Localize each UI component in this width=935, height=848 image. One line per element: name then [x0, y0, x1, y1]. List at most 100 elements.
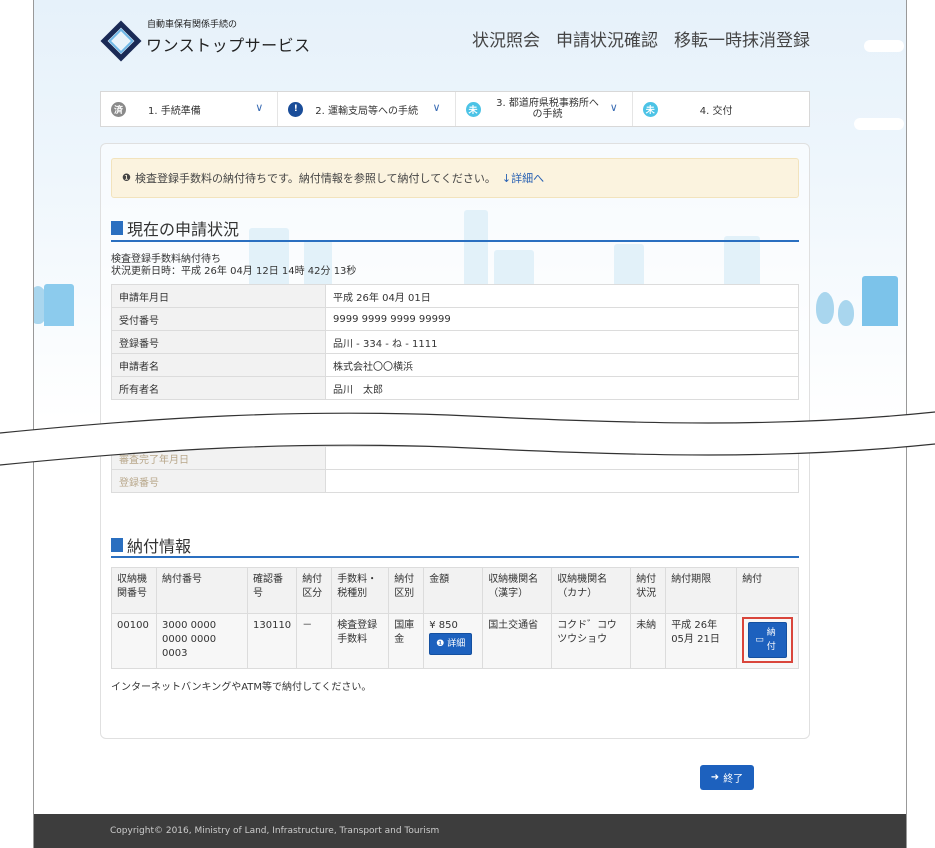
step-3[interactable]: 未 3. 都道府県税事務所への手続 ∨ — [456, 92, 633, 126]
section-divider — [111, 556, 799, 558]
document-icon — [111, 538, 123, 552]
row-key: 申請者名 — [111, 353, 326, 377]
exit-button[interactable]: ➜ 終了 — [700, 765, 754, 790]
cloud-decoration — [864, 40, 904, 52]
col-header: 収納機関名（カナ） — [551, 567, 632, 614]
col-header: 収納機関番号 — [111, 567, 157, 614]
building-decoration — [862, 276, 898, 326]
payment-section-title: 納付情報 — [111, 533, 191, 557]
logo-title: ワンストップサービス — [146, 36, 311, 55]
row-value: 平成 26年 04月 01日 — [325, 284, 799, 308]
alert-text: 検査登録手数料の納付待ちです。納付情報を参照して納付してください。 — [134, 172, 496, 185]
nav-status-inquiry[interactable]: 状況照会 — [472, 26, 540, 51]
pending-badge-icon: 未 — [465, 101, 481, 117]
chevron-down-icon[interactable]: ∨ — [255, 101, 263, 114]
col-header: 納付番号 — [156, 567, 248, 614]
pay-button[interactable]: ▭ 納付 — [748, 622, 787, 658]
exit-button-label: 終了 — [723, 774, 744, 785]
col-header: 納付区別 — [388, 567, 425, 614]
cloud-decoration — [854, 118, 904, 130]
col-header: 納付状況 — [630, 567, 667, 614]
payment-class: － — [296, 613, 333, 669]
amount-cell: ¥ 850 ❶ 詳細 — [423, 613, 484, 669]
details-link-label: 詳細へ — [511, 172, 545, 185]
status-updated: 状況更新日時：平成 26年 04月 12日 14時 42分 13秒 — [111, 266, 357, 277]
copyright-text: Copyright© 2016, Ministry of Land, Infra… — [110, 826, 440, 836]
section-divider — [111, 240, 799, 242]
payment-table: 収納機関番号 納付番号 確認番号 納付区分 手数料・税種別 納付区別 金額 収納… — [111, 567, 799, 669]
payment-number: 3000 0000 0000 0000 0003 — [156, 613, 248, 669]
tree-decoration — [816, 292, 834, 324]
step-label: 4. 交付 — [699, 105, 733, 117]
step-1[interactable]: 済 1. 手続準備 ∨ — [101, 92, 279, 126]
nav-application-status[interactable]: 申請状況確認 — [556, 26, 658, 51]
pending-badge-icon: 未 — [642, 101, 658, 117]
exit-icon: ➜ — [710, 772, 720, 783]
top-navigation: 状況照会 申請状況確認 移転一時抹消登録 — [472, 26, 810, 51]
status-title-text: 現在の申請状況 — [127, 220, 240, 239]
col-header: 納付 — [736, 567, 799, 614]
table-row: 所有者名 品川 太郎 — [111, 376, 799, 400]
arrow-down-icon: ↓ — [501, 172, 512, 185]
status-text: 検査登録手数料納付待ち 状況更新日時：平成 26年 04月 12日 14時 42… — [111, 254, 356, 278]
col-header: 金額 — [423, 567, 484, 614]
step-4: 未 4. 交付 — [633, 92, 809, 126]
step-label: 2. 運輸支局等への手続 — [315, 105, 418, 117]
table-row: 申請者名 株式会社〇〇横浜 — [111, 353, 799, 377]
status-section-title: 現在の申請状況 — [111, 216, 239, 240]
logo-subtitle: 自動車保有関係手続の — [147, 20, 238, 30]
info-icon: ❶ — [122, 172, 131, 184]
row-value: 品川 - 334 - ね - 1111 — [325, 330, 799, 354]
step-label: 3. 都道府県税事務所への手続 — [496, 98, 599, 120]
table-row: 受付番号 9999 9999 9999 99999 — [111, 307, 799, 331]
table-row: 申請年月日 平成 26年 04月 01日 — [111, 284, 799, 308]
nav-transfer-deregistration[interactable]: 移転一時抹消登録 — [674, 26, 810, 51]
status-value: 検査登録手数料納付待ち — [111, 254, 221, 265]
document-icon — [111, 221, 123, 235]
chevron-down-icon[interactable]: ∨ — [432, 101, 440, 114]
card-icon: ▭ — [755, 635, 764, 645]
amount: ¥ 850 — [429, 620, 458, 631]
header: 自動車保有関係手続の ワンストップサービス 状況照会 申請状況確認 移転一時抹消… — [34, 0, 906, 80]
payment-status: 未納 — [630, 613, 667, 669]
payment-division: 国庫金 — [388, 613, 425, 669]
progress-steps: 済 1. 手続準備 ∨ ! 2. 運輸支局等への手続 ∨ 未 3. 都道府県税事… — [100, 91, 810, 127]
payment-title-text: 納付情報 — [127, 537, 192, 556]
logo-icon — [100, 20, 142, 62]
status-table: 申請年月日 平成 26年 04月 01日 受付番号 9999 9999 9999 9… — [111, 284, 799, 400]
page-break-decoration — [0, 411, 935, 466]
info-icon: ❶ — [436, 639, 445, 649]
detail-button[interactable]: ❶ 詳細 — [429, 633, 473, 655]
step-label: 1. 手続準備 — [148, 105, 201, 117]
chevron-down-icon[interactable]: ∨ — [610, 101, 618, 114]
row-value: 株式会社〇〇横浜 — [325, 353, 799, 377]
building-decoration — [44, 284, 74, 326]
pay-cell: ▭ 納付 — [736, 613, 799, 669]
payment-deadline: 平成 26年 05月 21日 — [665, 613, 738, 669]
confirm-number: 130110 — [246, 613, 298, 669]
table-row: 00100 3000 0000 0000 0000 0003 130110 － … — [111, 613, 799, 669]
col-header: 納付区分 — [296, 567, 333, 614]
table-header-row: 収納機関番号 納付番号 確認番号 納付区分 手数料・税種別 納付区別 金額 収納… — [111, 567, 799, 614]
footer: Copyright© 2016, Ministry of Land, Infra… — [34, 814, 906, 848]
done-badge-icon: 済 — [111, 101, 126, 117]
step-2[interactable]: ! 2. 運輸支局等への手続 ∨ — [278, 92, 456, 126]
alert-badge-icon: ! — [288, 101, 304, 117]
row-key: 受付番号 — [111, 307, 326, 331]
details-link[interactable]: ↓詳細へ — [502, 170, 544, 186]
detail-button-label: 詳細 — [447, 639, 466, 649]
fee-type: 検査登録手数料 — [331, 613, 390, 669]
alert-box: ❶ 検査登録手数料の納付待ちです。納付情報を参照して納付してください。 ↓詳細へ — [111, 158, 799, 198]
org-name-kana: コクド゛コウツウショウ — [551, 613, 632, 669]
org-number: 00100 — [111, 613, 157, 669]
col-header: 収納機関名（漢字） — [482, 567, 553, 614]
tree-decoration — [838, 300, 854, 326]
pay-button-label: 納付 — [766, 628, 776, 652]
row-key: 所有者名 — [111, 376, 326, 400]
org-name-kanji: 国土交通省 — [482, 613, 553, 669]
row-value: 9999 9999 9999 99999 — [325, 307, 799, 331]
row-value: 品川 太郎 — [325, 376, 799, 400]
row-key: 登録番号 — [111, 330, 326, 354]
col-header: 確認番号 — [246, 567, 298, 614]
col-header: 納付期限 — [665, 567, 738, 614]
